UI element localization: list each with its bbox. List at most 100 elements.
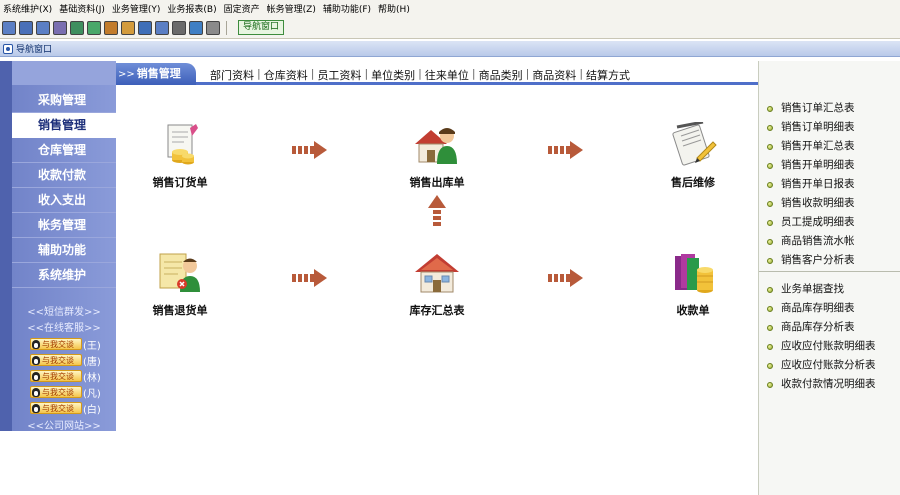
bullet-icon bbox=[767, 238, 773, 245]
report-link[interactable]: 商品库存分析表 bbox=[759, 318, 900, 337]
sidebar-item-warehouse[interactable]: 仓库管理 bbox=[12, 138, 116, 163]
sidebar-item-system[interactable]: 系统维护 bbox=[12, 263, 116, 288]
qq-penguin-icon bbox=[32, 371, 40, 381]
report-link[interactable]: 销售订单明细表 bbox=[759, 118, 900, 137]
link-warehouses[interactable]: 仓库资料 bbox=[264, 67, 308, 83]
bullet-icon bbox=[767, 219, 773, 226]
bullet-icon bbox=[767, 286, 773, 293]
link-unit-types[interactable]: 单位类别 bbox=[371, 67, 415, 83]
menu-help[interactable]: 帮助(H) bbox=[375, 2, 414, 15]
flow-node-label: 库存汇总表 bbox=[409, 304, 465, 317]
qq-contact[interactable]: 与我交谈 (凡) bbox=[30, 385, 101, 400]
report-link[interactable]: 销售收款明细表 bbox=[759, 194, 900, 213]
help-icon[interactable] bbox=[189, 20, 203, 35]
sales-report-list: 销售订单汇总表 销售订单明细表 销售开单汇总表 销售开单明细表 销售开单日报表 … bbox=[759, 99, 900, 270]
flow-after-sales[interactable]: 售后维修 bbox=[643, 120, 743, 190]
report-link[interactable]: 业务单据查找 bbox=[759, 280, 900, 299]
online-support-link[interactable]: <<在线客服>> bbox=[12, 319, 116, 334]
exit-icon[interactable] bbox=[206, 20, 220, 35]
nav-window-button[interactable]: 导航窗口 bbox=[238, 20, 285, 35]
qq-contact[interactable]: 与我交谈 (王) bbox=[30, 337, 101, 352]
flow-node-label: 销售退货单 bbox=[152, 304, 208, 317]
flow-inventory-summary[interactable]: 库存汇总表 bbox=[387, 250, 487, 318]
sidebar-item-income[interactable]: 收入支出 bbox=[12, 188, 116, 213]
menu-reports[interactable]: 业务报表(B) bbox=[164, 2, 220, 15]
qq-contact-name: (唐) bbox=[83, 356, 101, 368]
company-website-link[interactable]: <<公司网站>> bbox=[12, 417, 116, 432]
sidebar-item-accounts[interactable]: 帐务管理 bbox=[12, 213, 116, 238]
flow-arrow-right bbox=[548, 141, 583, 159]
qq-contact-name: (白) bbox=[83, 404, 101, 416]
qq-chat-button[interactable]: 与我交谈 bbox=[30, 354, 82, 366]
report-link[interactable]: 销售客户分析表 bbox=[759, 251, 900, 270]
qq-contact-name: (凡) bbox=[83, 388, 101, 400]
inventory-summary-icon bbox=[411, 250, 463, 296]
report-link[interactable]: 销售开单汇总表 bbox=[759, 137, 900, 156]
flow-arrow-right bbox=[548, 269, 583, 287]
flow-sales-return[interactable]: 销售退货单 bbox=[130, 250, 230, 318]
link-departments[interactable]: 部门资料 bbox=[210, 67, 254, 83]
copy-icon[interactable] bbox=[36, 20, 50, 35]
sidebar-item-payments[interactable]: 收款付款 bbox=[12, 163, 116, 188]
qq-chat-button[interactable]: 与我交谈 bbox=[30, 338, 82, 350]
menu-accounts[interactable]: 帐务管理(Z) bbox=[264, 2, 320, 15]
save-icon[interactable] bbox=[155, 20, 169, 35]
report-link[interactable]: 应收应付账款分析表 bbox=[759, 356, 900, 375]
menu-system[interactable]: 系统维护(X) bbox=[0, 2, 56, 15]
qq-penguin-icon bbox=[32, 387, 40, 397]
toolbar: 导航窗口 bbox=[0, 17, 900, 39]
flow-receipt[interactable]: 收款单 bbox=[643, 250, 743, 318]
sms-link[interactable]: <<短信群发>> bbox=[12, 303, 116, 318]
transfer-icon[interactable] bbox=[104, 20, 118, 35]
qq-chat-button[interactable]: 与我交谈 bbox=[30, 402, 82, 414]
window-icon[interactable] bbox=[53, 20, 67, 35]
report-link[interactable]: 应收应付账款明细表 bbox=[759, 337, 900, 356]
sidebar-item-sales[interactable]: 销售管理 bbox=[12, 113, 116, 138]
qq-contact[interactable]: 与我交谈 (林) bbox=[30, 369, 101, 384]
sales-order-icon bbox=[154, 122, 206, 168]
sidebar-header bbox=[12, 61, 116, 85]
menu-business[interactable]: 业务管理(Y) bbox=[109, 2, 165, 15]
mail-icon[interactable] bbox=[138, 20, 152, 35]
bullet-icon bbox=[767, 381, 773, 388]
link-partners[interactable]: 往来单位 bbox=[425, 67, 469, 83]
flow-sales-order[interactable]: 销售订货单 bbox=[130, 122, 230, 190]
sidebar-item-purchase[interactable]: 采购管理 bbox=[12, 88, 116, 113]
link-settlement[interactable]: 结算方式 bbox=[586, 67, 630, 83]
report-link[interactable]: 员工提成明细表 bbox=[759, 213, 900, 232]
sales-outbound-icon bbox=[411, 122, 463, 168]
link-employees[interactable]: 员工资料 bbox=[317, 67, 361, 83]
list-icon[interactable] bbox=[19, 20, 33, 35]
module-nav: >> 销售管理 部门资料 | 仓库资料 | 员工资料 | 单位类别 | 往来单位 | 商品类… bbox=[116, 61, 758, 85]
edit-icon[interactable] bbox=[121, 20, 135, 35]
report-link[interactable]: 销售订单汇总表 bbox=[759, 99, 900, 118]
users-icon[interactable] bbox=[70, 20, 84, 35]
sidebar-item-auxiliary[interactable]: 辅助功能 bbox=[12, 238, 116, 263]
after-sales-icon bbox=[667, 120, 719, 168]
report-link[interactable]: 商品库存明细表 bbox=[759, 299, 900, 318]
qq-contact[interactable]: 与我交谈 (白) bbox=[30, 401, 101, 416]
report-link[interactable]: 收款付款情况明细表 bbox=[759, 375, 900, 394]
bullet-icon bbox=[767, 143, 773, 150]
link-product-types[interactable]: 商品类别 bbox=[479, 67, 523, 83]
menu-basic-data[interactable]: 基础资料(J) bbox=[56, 2, 109, 15]
link-products[interactable]: 商品资料 bbox=[532, 67, 576, 83]
sales-return-icon bbox=[154, 250, 206, 296]
qq-chat-button[interactable]: 与我交谈 bbox=[30, 386, 82, 398]
flow-node-label: 销售出库单 bbox=[409, 176, 465, 189]
flow-sales-outbound[interactable]: 销售出库单 bbox=[387, 122, 487, 190]
chart-icon[interactable] bbox=[87, 20, 101, 35]
report-link[interactable]: 商品销售流水帐 bbox=[759, 232, 900, 251]
current-module-tab: >> 销售管理 bbox=[116, 63, 196, 85]
qq-contact[interactable]: 与我交谈 (唐) bbox=[30, 353, 101, 368]
bullet-icon bbox=[767, 362, 773, 369]
print-icon[interactable] bbox=[172, 20, 186, 35]
qq-chat-button[interactable]: 与我交谈 bbox=[30, 370, 82, 382]
menu-fixed-assets[interactable]: 固定资产 bbox=[221, 2, 264, 15]
bullet-icon bbox=[767, 257, 773, 264]
report-link[interactable]: 销售开单明细表 bbox=[759, 156, 900, 175]
window-title: 导航窗口 bbox=[16, 45, 53, 55]
menu-auxiliary[interactable]: 辅助功能(F) bbox=[320, 2, 375, 15]
new-icon[interactable] bbox=[2, 20, 16, 35]
report-link[interactable]: 销售开单日报表 bbox=[759, 175, 900, 194]
